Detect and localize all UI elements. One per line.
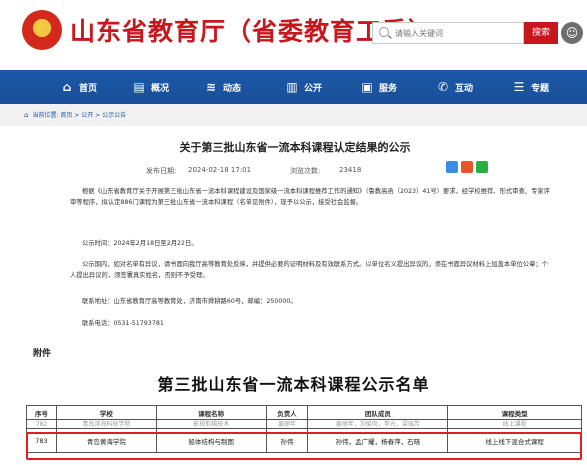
nav-item-service[interactable]: ▣ 服务 <box>360 70 397 104</box>
breadcrumb-bar: ⌂ 当前位置: 首页 > 公开 > 公示公告 <box>0 104 587 126</box>
search-button[interactable]: 搜索 <box>524 22 558 44</box>
table-cell: 姜丽年 <box>265 419 309 429</box>
table-cell: 孙伟，孟广耀，杨春萍，石晓 <box>307 428 449 453</box>
accessibility-icon[interactable]: ☺ <box>561 22 583 44</box>
paragraph-objection: 公示期内，如对名单有异议，请书面向我厅高等教育处反映，并提供必要的证明材料及有效… <box>70 261 548 279</box>
table-cell: 782 <box>26 419 57 429</box>
nav-item-overview[interactable]: ▤ 概况 <box>132 70 169 104</box>
column-header: 负责人 <box>265 405 309 420</box>
column-header: 学校 <box>55 405 157 420</box>
table-cell: 青岛黄海学院 <box>55 428 157 453</box>
home-icon: ⌂ <box>62 80 72 94</box>
table-row: 783 青岛黄海学院 船体结构与制图 孙伟 孙伟，孟广耀，杨春萍，石晓 线上线下… <box>26 428 582 453</box>
table-cell: 船体结构与制图 <box>155 428 267 453</box>
publish-date-label: 发布日期: <box>146 167 177 175</box>
share-qzone-icon[interactable] <box>446 161 458 173</box>
search-box[interactable] <box>372 22 524 44</box>
main-nav: ⌂ 首页 ▤ 概况 ≋ 动态 ▥ 公开 ▣ 服务 ✆ 互动 ☰ 专题 <box>0 70 587 104</box>
article: 关于第三批山东省一流本科课程认定结果的公示 发布日期: 2024-02-18 1… <box>40 126 550 354</box>
table-cell: 青岛滨海科技学院 <box>55 419 157 429</box>
site-header: ★ 山东省教育厅（省委教育工委） 搜索 ☺ <box>0 0 587 70</box>
column-header: 课程类型 <box>447 405 582 420</box>
share-wechat-icon[interactable] <box>476 161 488 173</box>
topic-icon: ☰ <box>513 80 525 94</box>
nav-item-home[interactable]: ⌂ 首页 <box>60 70 97 104</box>
table-cell: 783 <box>26 428 57 453</box>
list-title: 第三批山东省一流本科课程公示名单 <box>157 375 430 394</box>
column-header: 团队成员 <box>307 405 449 420</box>
share-weibo-icon[interactable] <box>461 161 473 173</box>
table-cell: 线上课程 <box>447 419 582 429</box>
paragraph-address: 联系地址：山东省教育厅高等教育处，济南市舜耕路60号，邮编：250000。 <box>82 298 297 305</box>
attachment-heading: 附件 <box>33 349 52 359</box>
search-input[interactable] <box>395 25 520 41</box>
nav-item-news[interactable]: ≋ 动态 <box>204 70 241 104</box>
paragraph-intro: 根据《山东省教育厅关于开展第三批山东省一流本科课程建设及国家级一流本科课程推荐工… <box>70 188 550 206</box>
paragraph-period: 公示时间：2024年2月18日至2月22日。 <box>82 240 198 247</box>
news-icon: ≋ <box>205 80 217 94</box>
column-header: 课程名称 <box>155 405 267 420</box>
table-row: 782 青岛滨海科技学院 影视剪辑技术 姜丽年 姜丽年，刘俊岗，李光，梁瑞芳 线… <box>26 419 582 429</box>
breadcrumb[interactable]: ⌂ 当前位置: 首页 > 公开 > 公示公告 <box>24 110 126 119</box>
chat-icon: ✆ <box>437 80 449 94</box>
table-cell: 姜丽年，刘俊岗，李光，梁瑞芳 <box>307 419 449 429</box>
nav-item-topic[interactable]: ☰ 专题 <box>512 70 549 104</box>
table-cell: 孙伟 <box>265 428 309 453</box>
nav-item-interact[interactable]: ✆ 互动 <box>436 70 473 104</box>
national-emblem-logo: ★ <box>22 10 62 50</box>
home-icon: ⌂ <box>24 111 29 119</box>
views-label: 浏览次数: <box>290 167 321 175</box>
search-icon <box>379 27 389 37</box>
service-icon: ▣ <box>361 80 373 94</box>
table-cell: 线上线下混合式课程 <box>447 428 582 453</box>
course-list-table: 序号 学校 课程名称 负责人 团队成员 课程类型 782 青岛滨海科技学院 影视… <box>26 405 582 453</box>
page-title: 关于第三批山东省一流本科课程认定结果的公示 <box>179 141 411 154</box>
building-icon: ▤ <box>133 80 145 94</box>
table-cell: 影视剪辑技术 <box>155 419 267 429</box>
book-icon: ▥ <box>286 80 298 94</box>
nav-item-open[interactable]: ▥ 公开 <box>285 70 322 104</box>
table-header-row: 序号 学校 课程名称 负责人 团队成员 课程类型 <box>26 405 582 420</box>
publish-date: 2024-02-18 17:01 <box>188 166 252 174</box>
column-header: 序号 <box>26 405 57 420</box>
views-count: 23418 <box>339 166 362 174</box>
paragraph-phone: 联系电话：0531-51793781 <box>82 320 164 327</box>
